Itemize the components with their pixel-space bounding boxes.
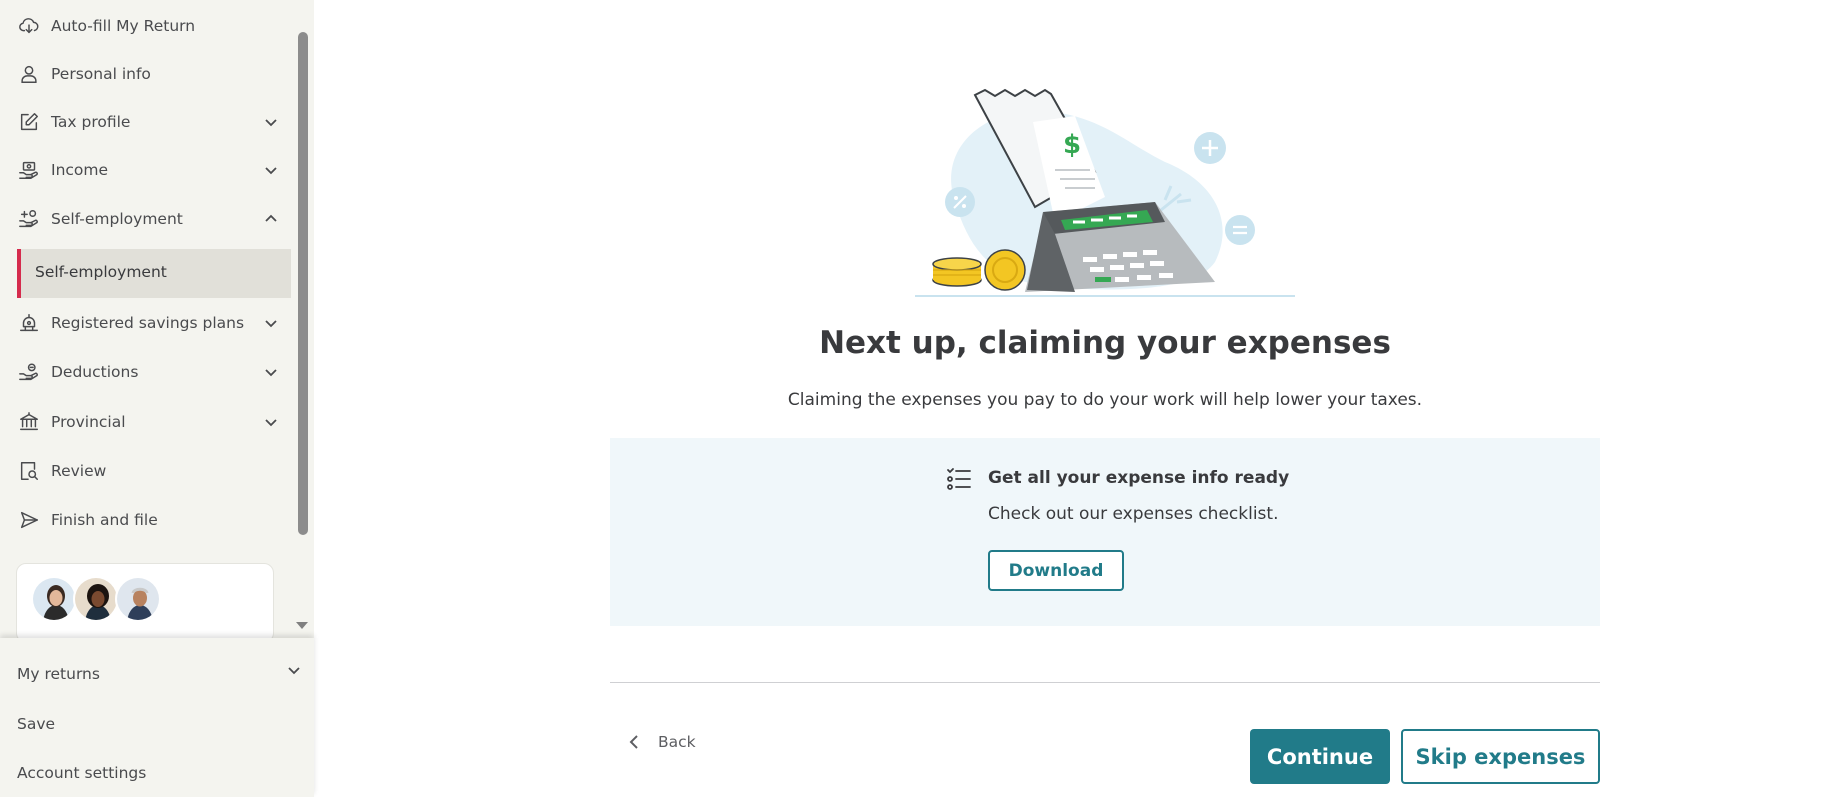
sidebar-nav: Auto-fill My Return Personal info Tax pr… bbox=[0, 0, 291, 638]
edit-icon bbox=[18, 111, 40, 133]
piggy-bank-icon bbox=[18, 312, 40, 334]
sidebar-item-label: Registered savings plans bbox=[51, 314, 245, 332]
chevron-up-icon bbox=[265, 214, 277, 222]
sidebar-item-label: Personal info bbox=[51, 65, 151, 83]
sidebar-item-deductions[interactable]: Deductions bbox=[0, 348, 291, 396]
send-icon bbox=[18, 509, 40, 531]
download-button[interactable]: Download bbox=[988, 550, 1124, 591]
checklist-icon bbox=[947, 468, 971, 490]
avatar bbox=[73, 576, 119, 622]
sidebar-subitem-label: Self-employment bbox=[35, 263, 167, 281]
sidebar-item-finish-and-file[interactable]: Finish and file bbox=[0, 496, 291, 544]
chevron-left-icon bbox=[629, 735, 638, 749]
sidebar-item-income[interactable]: Income bbox=[0, 146, 291, 194]
sidebar-item-registered-savings-plans[interactable]: Registered savings plans bbox=[0, 299, 291, 347]
sidebar: Auto-fill My Return Personal info Tax pr… bbox=[0, 0, 314, 797]
info-box-title: Get all your expense info ready bbox=[988, 468, 1290, 488]
sidebar-item-self-employment[interactable]: Self-employment bbox=[0, 195, 291, 243]
expert-help-card[interactable] bbox=[16, 563, 274, 638]
sidebar-item-label: Auto-fill My Return bbox=[51, 17, 196, 35]
expenses-illustration: $ bbox=[915, 88, 1295, 297]
account-settings-link[interactable]: Account settings bbox=[17, 764, 146, 782]
avatar bbox=[115, 576, 161, 622]
chevron-down-icon bbox=[265, 320, 277, 328]
sidebar-item-personal-info[interactable]: Personal info bbox=[0, 50, 291, 98]
sidebar-item-auto-fill[interactable]: Auto-fill My Return bbox=[0, 2, 291, 50]
deductions-icon bbox=[18, 361, 40, 383]
sidebar-item-tax-profile[interactable]: Tax profile bbox=[0, 98, 291, 146]
svg-text:$: $ bbox=[1063, 130, 1081, 160]
chevron-down-icon[interactable] bbox=[284, 660, 304, 680]
sidebar-subitem-self-employment[interactable]: Self-employment bbox=[17, 249, 291, 298]
back-button[interactable]: Back bbox=[626, 733, 696, 751]
chevron-down-icon bbox=[265, 119, 277, 127]
back-label: Back bbox=[658, 733, 696, 751]
info-box-text: Check out our expenses checklist. bbox=[988, 504, 1279, 524]
person-icon bbox=[18, 63, 40, 85]
sidebar-item-label: Provincial bbox=[51, 413, 126, 431]
sidebar-item-label: Income bbox=[51, 161, 109, 179]
sidebar-item-label: Review bbox=[51, 462, 107, 480]
chevron-down-icon bbox=[265, 369, 277, 377]
skip-expenses-button[interactable]: Skip expenses bbox=[1401, 729, 1600, 784]
continue-button[interactable]: Continue bbox=[1250, 729, 1390, 784]
bank-icon bbox=[18, 411, 40, 433]
page-title: Next up, claiming your expenses bbox=[819, 325, 1391, 361]
sidebar-item-review[interactable]: Review bbox=[0, 447, 291, 495]
sidebar-item-label: Finish and file bbox=[51, 511, 158, 529]
sidebar-item-label: Deductions bbox=[51, 363, 139, 381]
chevron-down-icon bbox=[265, 419, 277, 427]
expense-info-box bbox=[610, 438, 1600, 626]
sidebar-item-label: Tax profile bbox=[51, 113, 131, 131]
sidebar-item-label: Self-employment bbox=[51, 210, 183, 228]
review-icon bbox=[18, 460, 40, 482]
my-returns-link[interactable]: My returns bbox=[17, 665, 100, 683]
cloud-download-icon bbox=[18, 15, 40, 37]
scroll-down-arrow-icon[interactable] bbox=[296, 622, 308, 629]
sidebar-bottom-menu: My returns Save Account settings bbox=[0, 638, 314, 797]
scrollbar-thumb[interactable] bbox=[298, 32, 308, 535]
avatar bbox=[31, 576, 77, 622]
hand-money-icon bbox=[18, 159, 40, 181]
sidebar-item-provincial[interactable]: Provincial bbox=[0, 398, 291, 446]
page-subtitle: Claiming the expenses you pay to do your… bbox=[787, 390, 1423, 410]
chevron-down-icon bbox=[265, 167, 277, 175]
save-link[interactable]: Save bbox=[17, 715, 55, 733]
self-employment-icon bbox=[18, 208, 40, 230]
divider bbox=[610, 682, 1600, 683]
